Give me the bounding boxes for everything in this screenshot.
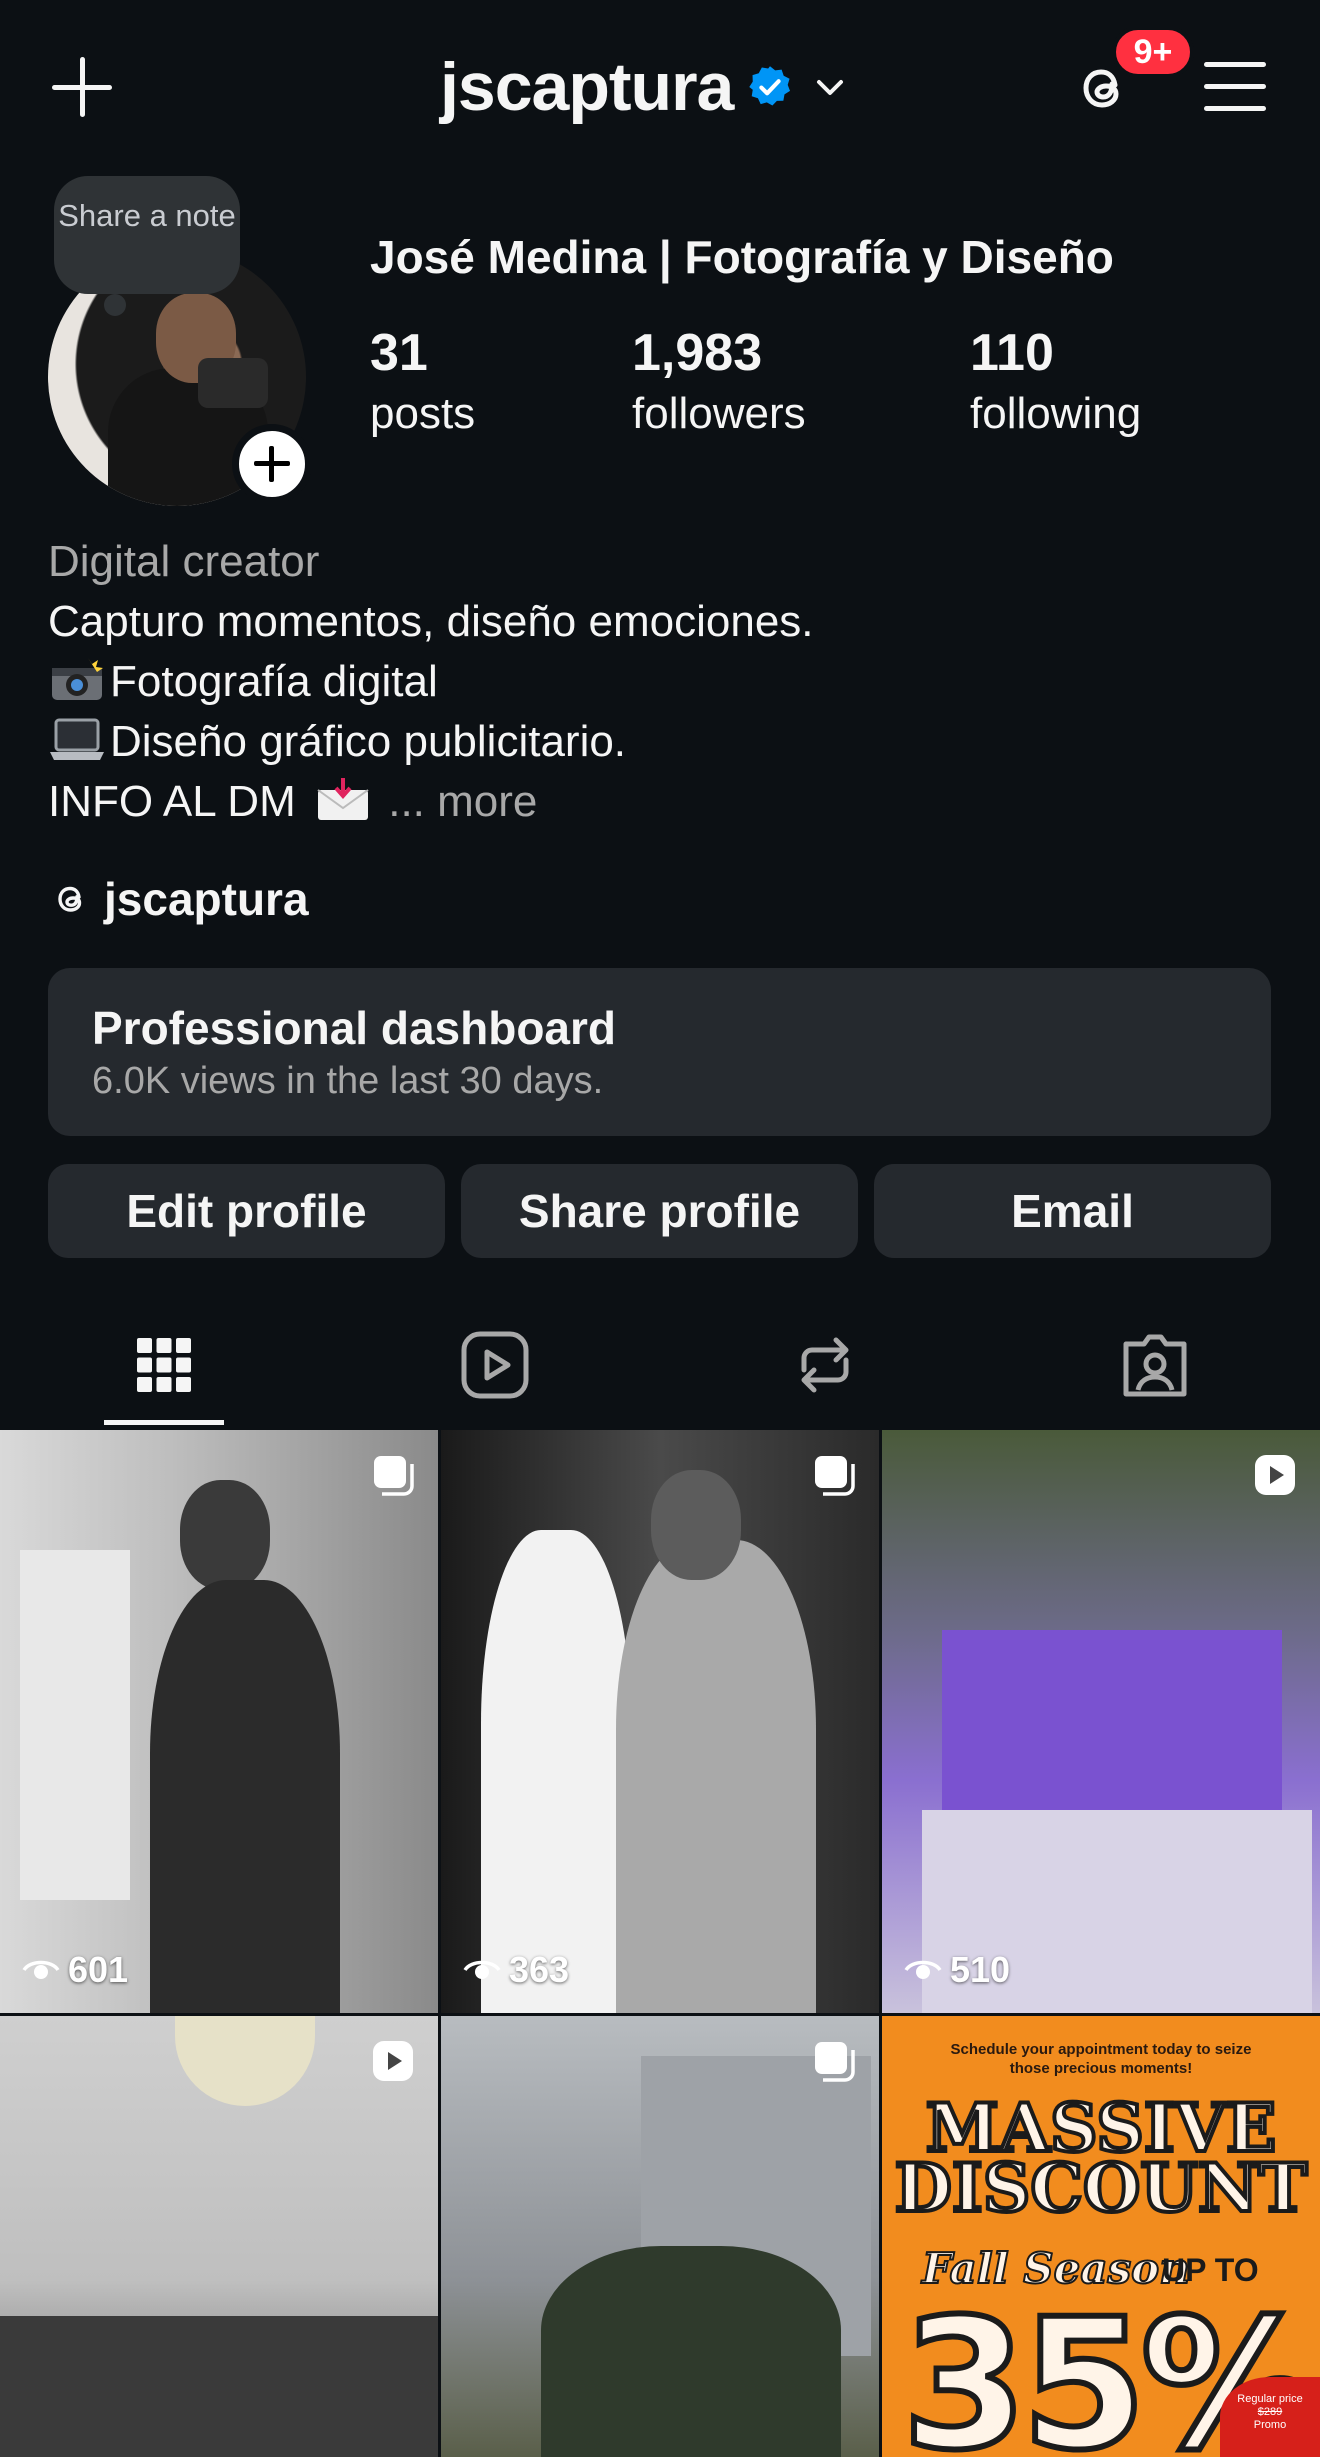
followers-label: followers bbox=[632, 389, 806, 438]
reel-icon bbox=[373, 2041, 413, 2081]
active-tab-indicator bbox=[104, 1420, 224, 1425]
bio-line-1: Capturo momentos, diseño emociones. bbox=[48, 597, 814, 646]
post-tile-5[interactable] bbox=[441, 2016, 879, 2457]
username-title: jscaptura bbox=[440, 49, 734, 125]
following-count: 110 bbox=[970, 324, 1054, 382]
reposts-icon[interactable] bbox=[788, 1328, 862, 1402]
bio-line-3-text: Diseño gráfico publicitario. bbox=[110, 717, 627, 766]
bio-line-2-text: Fotografía digital bbox=[110, 657, 438, 706]
post-tile-2[interactable]: 363 bbox=[441, 1430, 879, 2013]
threads-small-icon bbox=[58, 886, 82, 912]
profile-full-name: José Medina | Fotografía y Diseño bbox=[370, 231, 1114, 283]
price-tag-line-2: $289 bbox=[1257, 2406, 1283, 2418]
menu-icon[interactable] bbox=[1204, 60, 1266, 114]
bio-more-link[interactable]: ... more bbox=[388, 777, 537, 826]
chevron-down-icon bbox=[817, 80, 844, 95]
tile-3-views: 510 bbox=[950, 1949, 1011, 1990]
create-icon[interactable] bbox=[50, 55, 114, 119]
tile-2-views: 363 bbox=[509, 1949, 570, 1990]
verified-badge-icon bbox=[749, 66, 791, 106]
view-count: 363 bbox=[463, 1949, 569, 1991]
eye-icon bbox=[22, 1960, 60, 1979]
promo-schedule-text: Schedule your appointment today to seize… bbox=[950, 2041, 1252, 2077]
post-tile-3[interactable]: 510 bbox=[882, 1430, 1320, 2013]
posts-label: posts bbox=[370, 389, 476, 438]
professional-dashboard-card[interactable]: Professional dashboard 6.0K views in the… bbox=[48, 968, 1271, 1136]
email-button[interactable]: Email bbox=[874, 1164, 1271, 1258]
profile-bio: Digital creator Capturo momentos, diseño… bbox=[48, 532, 1268, 832]
posts-count: 31 bbox=[370, 324, 428, 382]
bio-line-4: INFO AL DM ... more bbox=[48, 772, 1268, 832]
profile-actions: Edit profile Share profile Email bbox=[48, 1164, 1271, 1258]
promo-price-tag: Regular price $289 Promo bbox=[1220, 2377, 1320, 2457]
post-tile-1[interactable]: 601 bbox=[0, 1430, 438, 2013]
post-tile-6[interactable]: Schedule your appointment today to seize… bbox=[882, 2016, 1320, 2457]
threads-profile-link[interactable]: jscaptura bbox=[50, 872, 309, 926]
price-tag-line-3: Promo bbox=[1253, 2419, 1287, 2431]
laptop-emoji-icon bbox=[50, 718, 104, 760]
reels-icon[interactable] bbox=[458, 1328, 532, 1402]
incoming-envelope-emoji-icon bbox=[317, 778, 369, 820]
top-bar: jscaptura 9+ bbox=[0, 0, 1320, 180]
bio-category: Digital creator bbox=[48, 537, 320, 586]
dashboard-title: Professional dashboard bbox=[92, 1002, 617, 1054]
content-tabs bbox=[0, 1300, 1320, 1430]
eye-icon bbox=[904, 1960, 942, 1979]
camera-flash-emoji-icon bbox=[52, 658, 103, 700]
price-tag-line-1: Regular price bbox=[1237, 2393, 1303, 2405]
posts-stat[interactable]: 31 posts bbox=[370, 320, 475, 442]
following-stat[interactable]: 110 following bbox=[970, 320, 1141, 442]
bio-line-2: Fotografía digital bbox=[48, 652, 1268, 712]
tile-1-views: 601 bbox=[68, 1949, 129, 1990]
tagged-icon[interactable] bbox=[1118, 1328, 1192, 1402]
share-profile-button[interactable]: Share profile bbox=[461, 1164, 858, 1258]
dashboard-subtitle: 6.0K views in the last 30 days. bbox=[92, 1060, 604, 1102]
view-count: 601 bbox=[22, 1949, 128, 1991]
account-switcher[interactable]: jscaptura bbox=[440, 48, 847, 126]
following-label: following bbox=[970, 389, 1142, 438]
profile-screen: jscaptura 9+ Share a note José Medina | … bbox=[0, 0, 1320, 2457]
notification-badge: 9+ bbox=[1112, 26, 1194, 78]
edit-profile-button[interactable]: Edit profile bbox=[48, 1164, 445, 1258]
followers-stat[interactable]: 1,983 followers bbox=[632, 320, 806, 442]
promo-line-2: DISCOUNT bbox=[893, 2149, 1310, 2227]
share-note-bubble[interactable]: Share a note bbox=[54, 176, 240, 316]
bio-line-4-text: INFO AL DM bbox=[48, 777, 296, 826]
threads-handle: jscaptura bbox=[104, 873, 309, 925]
carousel-icon bbox=[815, 2042, 855, 2082]
carousel-icon bbox=[815, 1456, 855, 1496]
followers-count: 1,983 bbox=[632, 324, 763, 382]
reel-icon bbox=[1255, 1455, 1295, 1495]
bio-line-3: Diseño gráfico publicitario. bbox=[48, 712, 1268, 772]
grid-icon[interactable] bbox=[127, 1328, 201, 1402]
carousel-icon bbox=[374, 1456, 414, 1496]
post-tile-4[interactable] bbox=[0, 2016, 438, 2457]
view-count: 510 bbox=[904, 1949, 1010, 1991]
eye-icon bbox=[463, 1960, 501, 1979]
add-story-icon[interactable] bbox=[232, 424, 312, 504]
